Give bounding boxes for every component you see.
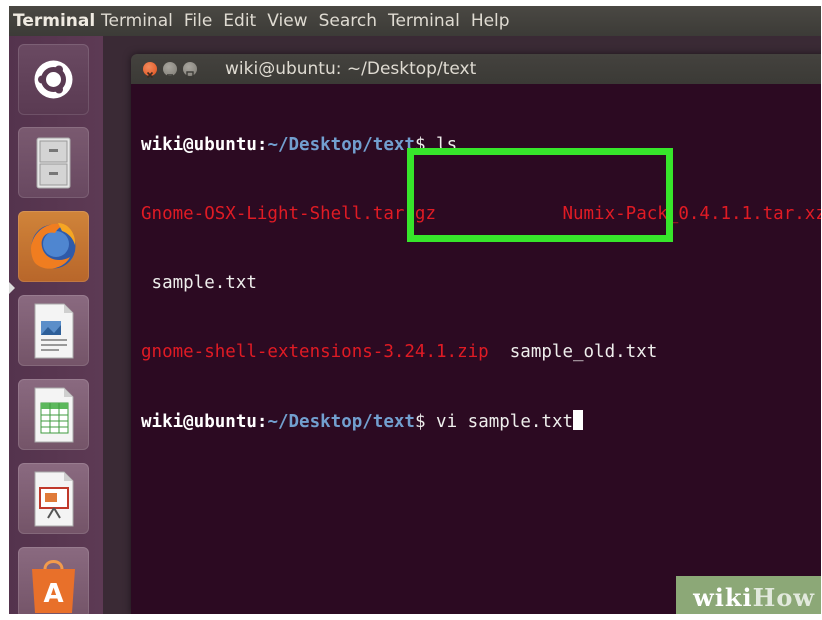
watermark-wiki: wiki <box>693 583 753 612</box>
launcher-software-center[interactable]: A <box>18 547 89 614</box>
prompt-path: ~/Desktop/text <box>267 135 415 155</box>
terminal-line: Gnome-OSX-Light-Shell.tar.gz Numix-Pack_… <box>141 203 821 226</box>
terminal-titlebar[interactable]: wiki@ubuntu: ~/Desktop/text <box>131 54 821 84</box>
file-entry: sample_old.txt <box>509 342 658 362</box>
launcher: A <box>9 36 103 614</box>
desktop-screen: Terminal Terminal File Edit View Search … <box>9 6 821 614</box>
software-center-icon: A <box>32 560 75 613</box>
prompt-user: wiki@ubuntu <box>141 412 257 432</box>
app-title: Terminal <box>13 11 96 31</box>
menu-terminal[interactable]: Terminal <box>388 6 460 36</box>
menu-bar: Terminal File Edit View Search Terminal … <box>101 6 510 36</box>
launcher-dash[interactable] <box>18 44 89 115</box>
terminal-line: sample.txt <box>141 272 821 295</box>
terminal-title: wiki@ubuntu: ~/Desktop/text <box>225 59 477 79</box>
libreoffice-impress-icon <box>34 471 74 527</box>
launcher-impress[interactable] <box>18 463 89 534</box>
prompt-symbol: $ <box>414 412 437 432</box>
menu-file[interactable]: File <box>184 6 212 36</box>
prompt-colon: : <box>256 135 268 155</box>
terminal-line: wiki@ubuntu:~/Desktop/text$ vi sample.tx… <box>141 410 821 433</box>
close-icon[interactable] <box>143 62 157 79</box>
prompt-user: wiki@ubuntu <box>141 135 257 155</box>
terminal-line: gnome-shell-extensions-3.24.1.zip sample… <box>141 341 821 364</box>
watermark-text: wikiHow <box>693 583 815 612</box>
column-gap <box>489 342 510 362</box>
watermark-how: How <box>752 583 815 612</box>
libreoffice-calc-icon <box>34 387 74 443</box>
prompt-colon: : <box>256 412 268 432</box>
running-indicator <box>9 282 15 294</box>
svg-text:A: A <box>43 579 63 609</box>
menu-terminal-app[interactable]: Terminal <box>101 6 173 36</box>
terminal-window[interactable]: wiki@ubuntu: ~/Desktop/text wiki@ubuntu:… <box>131 54 821 614</box>
menu-search[interactable]: Search <box>319 6 377 36</box>
menu-view[interactable]: View <box>267 6 307 36</box>
libreoffice-writer-icon <box>34 303 74 359</box>
menu-help[interactable]: Help <box>471 6 510 36</box>
minimize-icon[interactable] <box>163 62 177 76</box>
text-cursor <box>573 410 584 430</box>
terminal-line: wiki@ubuntu:~/Desktop/text$ ls <box>141 134 821 157</box>
wikihow-watermark: wikiHow <box>676 576 821 614</box>
file-entry: Numix-Pack_0.4.1.1.tar.xz <box>562 204 821 224</box>
top-panel: Terminal Terminal File Edit View Search … <box>9 6 821 36</box>
launcher-firefox[interactable] <box>18 211 89 282</box>
prompt-path: ~/Desktop/text <box>267 412 415 432</box>
command-text: ls <box>436 135 458 155</box>
file-entry: Gnome-OSX-Light-Shell.tar.gz <box>141 204 437 224</box>
launcher-writer[interactable] <box>18 295 89 366</box>
command-text: vi sample.txt <box>436 412 574 432</box>
maximize-icon[interactable] <box>183 62 197 79</box>
file-entry: gnome-shell-extensions-3.24.1.zip <box>141 342 489 362</box>
launcher-files[interactable] <box>18 127 89 198</box>
column-gap <box>436 204 562 224</box>
prompt-symbol: $ <box>414 135 437 155</box>
launcher-calc[interactable] <box>18 379 89 450</box>
terminal-output[interactable]: wiki@ubuntu:~/Desktop/text$ ls Gnome-OSX… <box>141 88 821 614</box>
firefox-icon <box>31 223 76 269</box>
files-cabinet-icon <box>36 137 71 189</box>
file-entry: sample.txt <box>141 273 257 293</box>
ubuntu-logo-icon <box>34 60 73 99</box>
menu-edit[interactable]: Edit <box>223 6 256 36</box>
